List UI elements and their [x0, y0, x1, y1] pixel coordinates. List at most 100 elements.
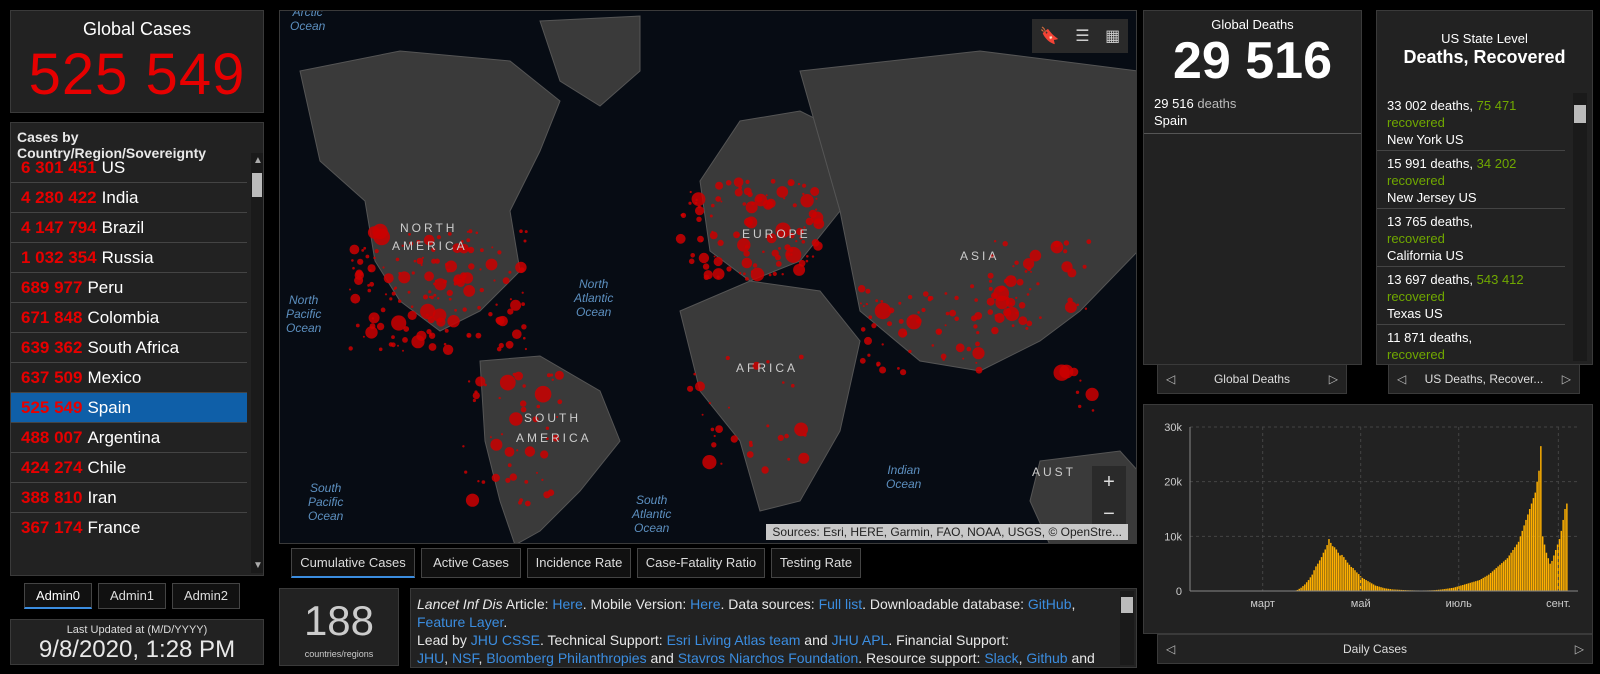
case-dot[interactable]	[1029, 288, 1032, 291]
country-row[interactable]: 6 301 451 US	[11, 153, 247, 183]
case-dot[interactable]	[1016, 278, 1024, 286]
bar[interactable]	[1525, 519, 1527, 591]
case-dot[interactable]	[766, 424, 770, 428]
scroll-down-icon[interactable]: ▼	[253, 560, 263, 571]
case-dot[interactable]	[498, 396, 501, 400]
bar[interactable]	[1469, 582, 1471, 591]
case-dot[interactable]	[554, 370, 564, 380]
case-dot[interactable]	[787, 457, 791, 461]
slack-link[interactable]: Slack	[984, 650, 1018, 666]
bar[interactable]	[1344, 559, 1347, 591]
bar[interactable]	[1512, 550, 1514, 591]
case-dot[interactable]	[793, 263, 806, 276]
nsf-link[interactable]: NSF	[452, 650, 478, 666]
case-dot[interactable]	[778, 247, 781, 250]
case-dot[interactable]	[442, 344, 454, 355]
case-dot[interactable]	[454, 308, 457, 312]
bar[interactable]	[1506, 558, 1509, 591]
us-state-row[interactable]: 15 991 deaths, 34 202 recovered New Jersey…	[1377, 151, 1565, 209]
case-dot[interactable]	[434, 278, 447, 291]
case-dot[interactable]	[490, 438, 503, 451]
esri-living-atlas-link[interactable]: Esri Living Atlas team	[667, 632, 801, 648]
case-dot[interactable]	[437, 297, 440, 300]
bar[interactable]	[1566, 503, 1568, 591]
case-dot[interactable]	[348, 346, 353, 351]
country-row[interactable]: 689 977 Peru	[11, 273, 247, 303]
bar[interactable]	[1502, 561, 1505, 591]
case-dot[interactable]	[1078, 404, 1082, 409]
case-dot[interactable]	[792, 203, 797, 208]
case-dot[interactable]	[507, 308, 514, 315]
case-dot[interactable]	[937, 329, 942, 334]
case-dot[interactable]	[504, 447, 515, 457]
case-dot[interactable]	[1026, 293, 1030, 296]
case-dot[interactable]	[428, 295, 431, 298]
case-dot[interactable]	[522, 384, 526, 388]
case-dot[interactable]	[357, 258, 364, 265]
case-dot[interactable]	[430, 295, 434, 300]
case-dot[interactable]	[462, 445, 465, 448]
case-dot[interactable]	[393, 287, 396, 291]
bar[interactable]	[1370, 583, 1373, 591]
case-dot[interactable]	[868, 315, 873, 320]
info-scrollbar[interactable]	[1120, 591, 1134, 665]
bar[interactable]	[1510, 552, 1512, 591]
bar[interactable]	[1354, 570, 1356, 591]
case-dot[interactable]	[514, 371, 523, 381]
case-dot[interactable]	[424, 271, 434, 282]
case-dot[interactable]	[754, 193, 768, 207]
case-dot[interactable]	[743, 187, 752, 196]
bar[interactable]	[1553, 555, 1555, 591]
case-dot[interactable]	[407, 310, 417, 320]
case-dot[interactable]	[888, 307, 895, 314]
case-dot[interactable]	[715, 181, 724, 190]
country-row[interactable]: 388 810 Iran	[11, 483, 247, 513]
case-dot[interactable]	[497, 250, 502, 255]
case-dot[interactable]	[711, 230, 714, 233]
case-dot[interactable]	[1009, 302, 1013, 305]
case-dot[interactable]	[810, 187, 820, 196]
case-dot[interactable]	[398, 271, 411, 284]
case-dot[interactable]	[491, 473, 500, 482]
case-dot[interactable]	[768, 273, 772, 277]
bar[interactable]	[1363, 578, 1366, 591]
case-dot[interactable]	[361, 249, 365, 252]
case-dot[interactable]	[1002, 241, 1008, 247]
bar[interactable]	[1313, 570, 1315, 591]
case-dot[interactable]	[1003, 308, 1012, 317]
case-dot[interactable]	[975, 361, 978, 364]
world-map[interactable]: Arctic Ocean North Pacific Ocean North A…	[279, 10, 1137, 544]
bar[interactable]	[1549, 563, 1551, 591]
bar[interactable]	[1541, 536, 1544, 591]
bar[interactable]	[1330, 542, 1332, 591]
case-dot[interactable]	[524, 230, 528, 234]
bar[interactable]	[1551, 560, 1553, 591]
country-row[interactable]: 525 549 Spain	[11, 393, 247, 423]
case-dot[interactable]	[1085, 387, 1099, 401]
case-dot[interactable]	[879, 366, 887, 374]
case-dot[interactable]	[976, 331, 980, 335]
case-dot[interactable]	[488, 312, 493, 317]
bar[interactable]	[1339, 555, 1341, 591]
case-dot[interactable]	[949, 309, 956, 317]
tab-testing-rate[interactable]: Testing Rate	[771, 548, 861, 578]
case-dot[interactable]	[464, 470, 468, 474]
case-dot[interactable]	[1061, 261, 1073, 273]
case-dot[interactable]	[690, 253, 695, 258]
case-dot[interactable]	[428, 332, 436, 339]
case-dot[interactable]	[1065, 301, 1077, 313]
case-dot[interactable]	[428, 290, 432, 294]
bar[interactable]	[1497, 566, 1499, 591]
case-dot[interactable]	[448, 297, 452, 301]
case-dot[interactable]	[509, 298, 512, 301]
case-dot[interactable]	[880, 300, 884, 303]
case-dot[interactable]	[813, 241, 823, 251]
case-dot[interactable]	[1067, 297, 1073, 303]
bar[interactable]	[1331, 546, 1334, 591]
case-dot[interactable]	[465, 493, 480, 507]
case-dot[interactable]	[523, 336, 526, 340]
case-dot[interactable]	[351, 259, 354, 262]
case-dot[interactable]	[367, 264, 376, 273]
case-dot[interactable]	[519, 229, 523, 233]
case-dot[interactable]	[541, 478, 544, 481]
